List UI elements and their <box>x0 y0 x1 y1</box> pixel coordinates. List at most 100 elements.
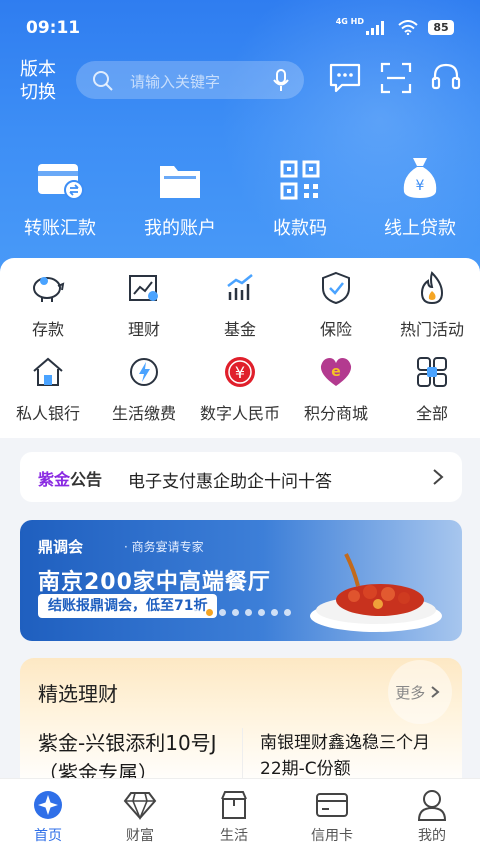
quick-action-label: 线上贷款 <box>384 218 456 239</box>
banner-dot[interactable] <box>180 609 187 616</box>
home-star-icon <box>34 791 62 819</box>
lightning-bill-icon <box>130 358 158 386</box>
tab-label: 首页 <box>34 828 62 844</box>
wifi-icon <box>398 20 418 35</box>
house-icon <box>33 357 63 386</box>
service-hot-activities[interactable]: 热门活动 <box>384 268 480 340</box>
search-placeholder: 请输入关键字 <box>130 73 221 91</box>
service-points-mall[interactable]: e 积分商城 <box>288 352 384 424</box>
service-label: 生活缴费 <box>111 404 176 423</box>
banner-dot[interactable] <box>232 609 239 616</box>
banner-headline: 南京200家中高端餐厅 <box>38 570 271 595</box>
all-grid-icon <box>417 357 447 387</box>
banner-brand: 鼎调会 <box>38 538 84 556</box>
service-insurance[interactable]: 保险 <box>288 268 384 340</box>
service-fund[interactable]: 基金 <box>192 268 288 340</box>
wealth-chart-icon <box>129 275 158 301</box>
money-bag-icon: ¥ <box>403 158 437 198</box>
announcement-tag-label: 公告 <box>70 470 103 489</box>
digital-rmb-icon: ¥ <box>225 357 255 387</box>
qr-code-icon <box>280 160 320 200</box>
banner-dot[interactable] <box>271 609 278 616</box>
service-wealth[interactable]: 理财 <box>96 268 192 340</box>
announcement-tag: 紫金公告 <box>38 466 102 490</box>
tab-label: 我的 <box>418 828 446 844</box>
customer-service-icon[interactable] <box>430 62 462 94</box>
service-label: 积分商城 <box>303 404 368 423</box>
diamond-icon <box>123 792 157 820</box>
finance-title: 精选理财 <box>38 682 118 706</box>
heart-mall-icon: e <box>320 358 352 386</box>
finance-more-label: 更多 <box>395 684 426 702</box>
finance-product-2[interactable]: 南银理财鑫逸稳三个月22期-C份额 <box>260 730 450 782</box>
service-label: 基金 <box>223 320 256 339</box>
top-header: 版本切换 请输入关键字 <box>0 58 480 108</box>
battery-icon: 85 <box>428 20 454 35</box>
food-plate-image <box>310 553 442 632</box>
banner-dot[interactable] <box>245 609 252 616</box>
piggy-bank-icon <box>33 277 65 302</box>
svg-text:¥: ¥ <box>235 363 245 382</box>
service-label: 热门活动 <box>399 320 464 339</box>
search-bar[interactable]: 请输入关键字 <box>76 61 304 99</box>
credit-card-icon <box>316 793 348 817</box>
tab-label: 财富 <box>126 828 154 844</box>
service-bill-payment[interactable]: 生活缴费 <box>96 352 192 424</box>
service-label: 私人银行 <box>15 404 80 423</box>
message-icon[interactable] <box>328 62 362 94</box>
folder-icon <box>160 166 200 198</box>
promo-banner[interactable]: 鼎调会 · 商务宴请专家 南京200家中高端餐厅 结账报鼎调会，低至71折 <box>20 520 462 641</box>
tab-mine[interactable]: 我的 <box>384 787 480 845</box>
service-all[interactable]: 全部 <box>384 352 480 424</box>
service-label: 存款 <box>31 320 64 339</box>
quick-action-online-loan[interactable]: ¥ 线上贷款 <box>360 150 480 240</box>
search-icon <box>93 71 113 91</box>
tab-wealth[interactable]: 财富 <box>92 787 188 845</box>
quick-action-transfer[interactable]: 转账汇款 <box>0 150 120 240</box>
banner-dot[interactable] <box>219 609 226 616</box>
service-digital-rmb[interactable]: ¥ 数字人民币 <box>192 352 288 424</box>
banner-dot[interactable] <box>193 609 200 616</box>
status-time: 09:11 <box>26 18 81 38</box>
banner-dot[interactable] <box>206 609 213 616</box>
service-grid: 存款 理财 基金 保险 热门活动 私人银行 生活缴费 ¥ 数字人民币 e 积分商… <box>0 258 480 438</box>
shield-check-icon <box>322 271 350 305</box>
fund-chart-icon <box>227 274 253 300</box>
tab-life[interactable]: 生活 <box>186 787 282 845</box>
quick-actions: 转账汇款 我的账户 收款码 ¥ 线上贷款 <box>0 150 480 240</box>
bottom-tab-bar: 首页 财富 生活 信用卡 我的 <box>0 778 480 853</box>
banner-dot[interactable] <box>258 609 265 616</box>
banner-brand-sub: · 商务宴请专家 <box>124 540 204 554</box>
banner-dot[interactable] <box>284 609 291 616</box>
announcement-tag-brand: 紫金 <box>38 470 71 489</box>
scan-icon[interactable] <box>380 62 412 94</box>
svg-text:¥: ¥ <box>416 178 425 194</box>
announcement-text: 电子支付惠企助企十问十答 <box>128 472 332 492</box>
quick-action-label: 转账汇款 <box>24 218 96 239</box>
flame-icon <box>420 271 444 305</box>
service-deposit[interactable]: 存款 <box>0 268 96 340</box>
finance-more-link[interactable]: 更多 <box>395 682 440 703</box>
featured-finance-card: 精选理财 更多 紫金-兴银添利10号J（紫金专属） 南银理财鑫逸稳三个月22期-… <box>20 658 462 788</box>
announcement-bar[interactable]: 紫金公告 电子支付惠企助企十问十答 <box>20 452 462 502</box>
quick-action-label: 收款码 <box>273 218 327 239</box>
status-bar: 09:11 4G HD 85 <box>0 0 480 56</box>
quick-action-accounts[interactable]: 我的账户 <box>120 150 240 240</box>
shop-icon <box>221 791 247 819</box>
service-label: 保险 <box>319 320 352 339</box>
tab-label: 信用卡 <box>311 828 353 844</box>
version-switch-button[interactable]: 版本切换 <box>20 58 60 104</box>
quick-action-label: 我的账户 <box>144 218 216 239</box>
microphone-icon[interactable] <box>272 69 290 93</box>
banner-pagination[interactable] <box>180 609 291 616</box>
svg-text:e: e <box>331 364 341 380</box>
service-private-banking[interactable]: 私人银行 <box>0 352 96 424</box>
network-indicator: 4G HD <box>335 17 364 26</box>
service-label: 全部 <box>415 404 448 423</box>
signal-icon <box>366 21 384 35</box>
quick-action-receive-code[interactable]: 收款码 <box>240 150 360 240</box>
service-label: 理财 <box>127 320 160 339</box>
tab-home[interactable]: 首页 <box>0 787 96 845</box>
transfer-card-icon <box>38 164 84 200</box>
tab-credit-card[interactable]: 信用卡 <box>284 787 380 845</box>
